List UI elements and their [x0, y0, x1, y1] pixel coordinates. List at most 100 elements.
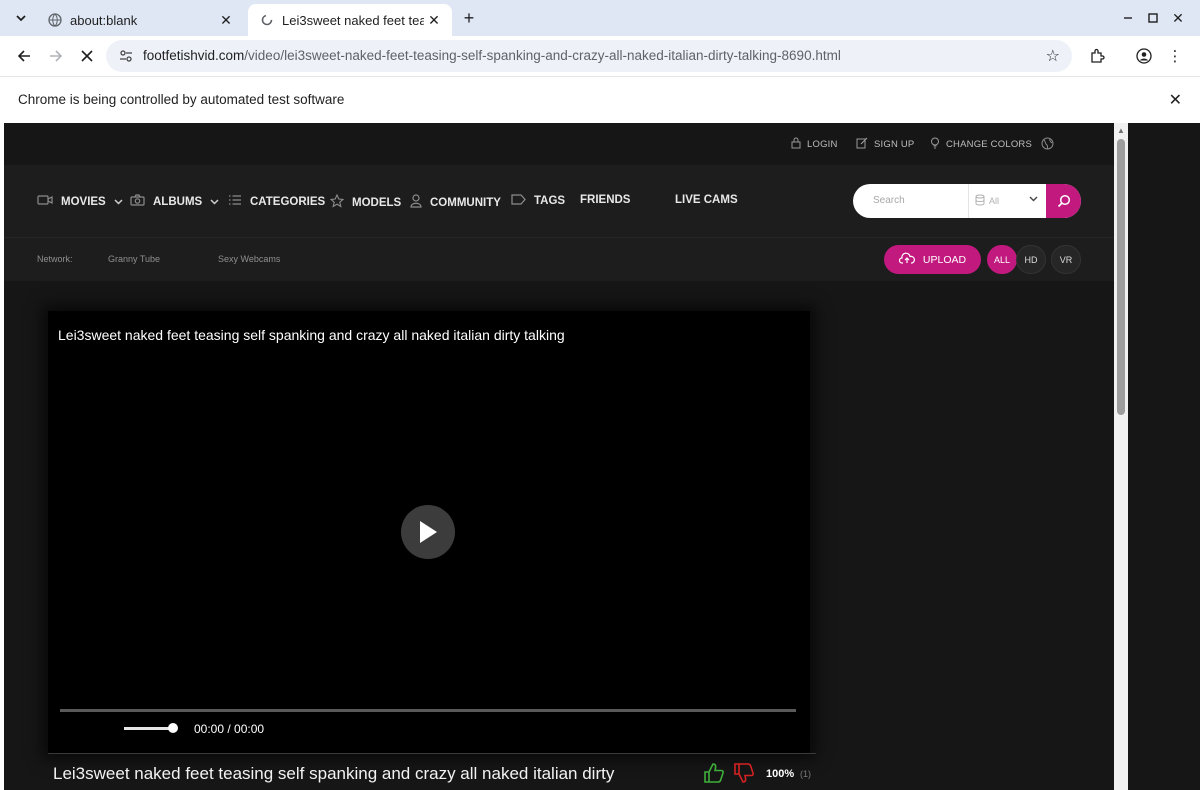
nav-community[interactable]: COMMUNITY — [410, 194, 501, 211]
lightbulb-icon — [930, 137, 940, 152]
tab-search-button[interactable] — [10, 7, 32, 29]
time-display: 00:00 / 00:00 — [194, 722, 265, 736]
signup-link[interactable]: SIGN UP — [856, 137, 914, 152]
search-filter-value: All — [989, 196, 1000, 206]
video-info-row: Lei3sweet naked feet teasing self spanki… — [48, 753, 816, 790]
forward-arrow-icon[interactable] — [44, 44, 68, 68]
tab-about-blank[interactable]: about:blank ✕ — [36, 4, 244, 36]
nav-movies-label: MOVIES — [61, 195, 106, 208]
quality-filter-vr[interactable]: VR — [1051, 245, 1081, 274]
nav-models-label: MODELS — [352, 196, 402, 209]
player-title: Lei3sweet naked feet teasing self spanki… — [58, 327, 565, 343]
new-tab-button[interactable]: + — [458, 7, 480, 29]
nav-friends[interactable]: FRIENDS — [580, 194, 630, 206]
user-icon — [410, 194, 422, 211]
login-link[interactable]: LOGIN — [791, 137, 838, 152]
play-icon — [420, 521, 437, 543]
chevron-down-icon — [114, 197, 123, 207]
play-button[interactable] — [401, 505, 455, 559]
nav-models[interactable]: MODELS — [329, 193, 402, 211]
lock-icon — [791, 137, 801, 152]
upload-button[interactable]: UPLOAD — [884, 245, 981, 274]
profile-icon[interactable] — [1133, 45, 1155, 67]
nav-tags-label: TAGS — [534, 195, 566, 207]
nav-tags[interactable]: TAGS — [511, 194, 565, 208]
stop-loading-icon[interactable] — [75, 44, 99, 68]
rating-percent: 100% — [766, 768, 795, 780]
maximize-icon[interactable] — [1143, 8, 1163, 28]
thumbs-up-icon[interactable] — [703, 762, 725, 789]
minimize-icon[interactable] — [1118, 8, 1138, 28]
chevron-down-icon — [1029, 194, 1038, 205]
tab-close-icon[interactable]: ✕ — [216, 10, 236, 30]
infobar-close-icon[interactable]: ✕ — [1169, 90, 1182, 110]
tab-title: about:blank — [70, 12, 138, 28]
edit-icon — [856, 137, 868, 152]
loading-icon — [260, 13, 274, 27]
scroll-up-arrow-icon[interactable]: ▲ — [1117, 126, 1125, 135]
browser-toolbar: footfetishvid.com/video/lei3sweet-naked-… — [0, 36, 1200, 76]
nav-community-label: COMMUNITY — [430, 196, 501, 209]
tab-strip: about:blank ✕ Lei3sweet naked feet tea ✕… — [0, 0, 1200, 36]
search-input[interactable]: Search — [873, 195, 905, 206]
tab-close-icon[interactable]: ✕ — [424, 10, 444, 30]
back-arrow-icon[interactable] — [12, 44, 36, 68]
star-icon — [329, 193, 345, 211]
address-bar[interactable]: footfetishvid.com/video/lei3sweet-naked-… — [106, 40, 1072, 72]
nav-categories-label: CATEGORIES — [250, 195, 326, 208]
search-button[interactable] — [1046, 184, 1081, 218]
network-bar: Network: Granny Tube Sexy Webcams UPLOAD… — [4, 237, 1114, 281]
video-player[interactable]: Lei3sweet naked feet teasing self spanki… — [48, 311, 810, 753]
photo-camera-icon — [130, 194, 145, 209]
language-globe-icon[interactable] — [1041, 137, 1054, 150]
window-close-icon[interactable]: ✕ — [1168, 8, 1188, 28]
search-icon — [1057, 194, 1070, 208]
chevron-down-icon — [210, 197, 219, 207]
url-domain: footfetishvid.com — [143, 48, 245, 63]
rating-count: (1) — [800, 769, 811, 779]
network-label: Network: — [37, 254, 73, 264]
video-title-heading: Lei3sweet naked feet teasing self spanki… — [53, 764, 615, 783]
nav-live-cams[interactable]: LIVE CAMS — [675, 194, 738, 206]
infobar-message: Chrome is being controlled by automated … — [18, 92, 345, 107]
main-navigation: MOVIES ALBUMS CATEGORIES MODELS COMMUNIT… — [4, 165, 1114, 237]
extensions-icon[interactable] — [1086, 45, 1108, 67]
volume-slider[interactable] — [124, 727, 174, 730]
url-text: footfetishvid.com/video/lei3sweet-naked-… — [143, 48, 841, 63]
search-form: Search All — [853, 184, 1081, 218]
chevron-down-icon — [16, 15, 26, 22]
progress-bar[interactable] — [60, 709, 796, 712]
quality-filter-all[interactable]: ALL — [987, 245, 1017, 274]
main-content: Lei3sweet naked feet teasing self spanki… — [4, 281, 1114, 790]
bookmark-star-icon[interactable]: ☆ — [1046, 46, 1060, 66]
nav-albums-label: ALBUMS — [153, 195, 203, 208]
page-scrollbar[interactable]: ▲ — [1114, 123, 1128, 790]
network-link-sexy-webcams[interactable]: Sexy Webcams — [218, 254, 280, 264]
upload-label: UPLOAD — [922, 253, 967, 266]
page-right-margin — [1128, 123, 1200, 790]
vote-buttons — [703, 762, 755, 789]
thumbs-down-icon[interactable] — [733, 762, 755, 789]
page-viewport: LOGIN SIGN UP CHANGE COLORS MOVIES ALBUM… — [4, 123, 1114, 790]
change-colors-link[interactable]: CHANGE COLORS — [930, 137, 1032, 152]
cloud-upload-icon — [898, 252, 915, 267]
automation-infobar: Chrome is being controlled by automated … — [0, 76, 1200, 122]
tab-video-page[interactable]: Lei3sweet naked feet tea ✕ — [248, 4, 452, 36]
login-label: LOGIN — [807, 139, 838, 150]
scrollbar-thumb[interactable] — [1117, 139, 1125, 415]
globe-icon — [48, 13, 62, 27]
volume-slider-handle[interactable] — [168, 723, 178, 733]
search-filter-select[interactable]: All — [968, 184, 1046, 218]
tab-title: Lei3sweet naked feet tea — [282, 12, 424, 28]
site-info-icon[interactable] — [118, 48, 134, 64]
list-icon — [228, 194, 242, 209]
quality-filter-hd[interactable]: HD — [1016, 245, 1046, 274]
nav-categories[interactable]: CATEGORIES — [228, 194, 325, 209]
site-top-bar: LOGIN SIGN UP CHANGE COLORS — [4, 123, 1114, 165]
network-link-granny-tube[interactable]: Granny Tube — [108, 254, 160, 264]
nav-albums[interactable]: ALBUMS — [130, 194, 219, 209]
more-menu-icon[interactable]: ⋮ — [1164, 45, 1186, 67]
nav-movies[interactable]: MOVIES — [37, 194, 123, 209]
change-colors-label: CHANGE COLORS — [946, 139, 1033, 150]
nav-live-cams-label: LIVE CAMS — [675, 194, 738, 206]
